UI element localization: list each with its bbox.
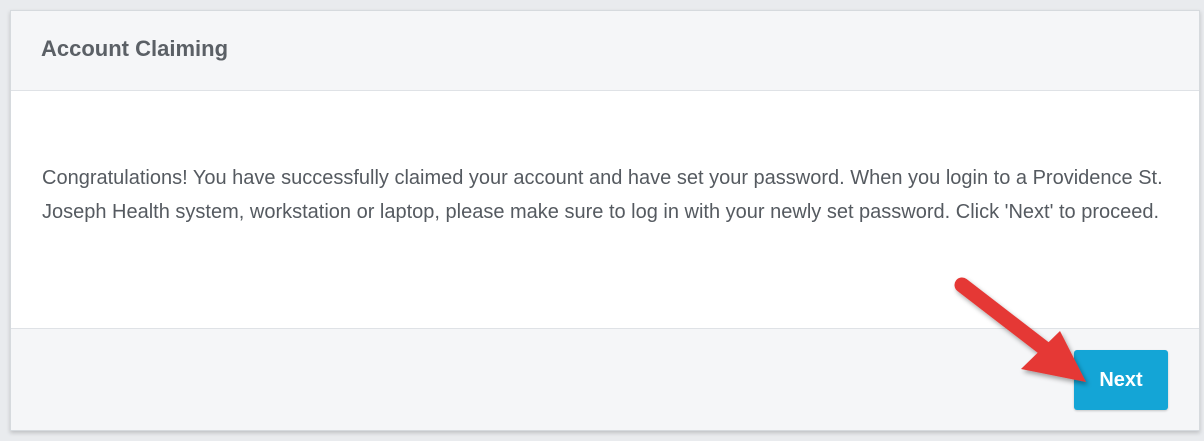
next-button[interactable]: Next: [1074, 350, 1168, 410]
panel-footer: Next: [11, 329, 1199, 430]
success-message: Congratulations! You have successfully c…: [42, 167, 1163, 223]
panel-body: Congratulations! You have successfully c…: [11, 91, 1199, 329]
panel-title: Account Claiming: [41, 35, 229, 61]
panel-header: Account Claiming: [11, 11, 1199, 91]
account-claiming-panel: Account Claiming Congratulations! You ha…: [10, 10, 1200, 431]
